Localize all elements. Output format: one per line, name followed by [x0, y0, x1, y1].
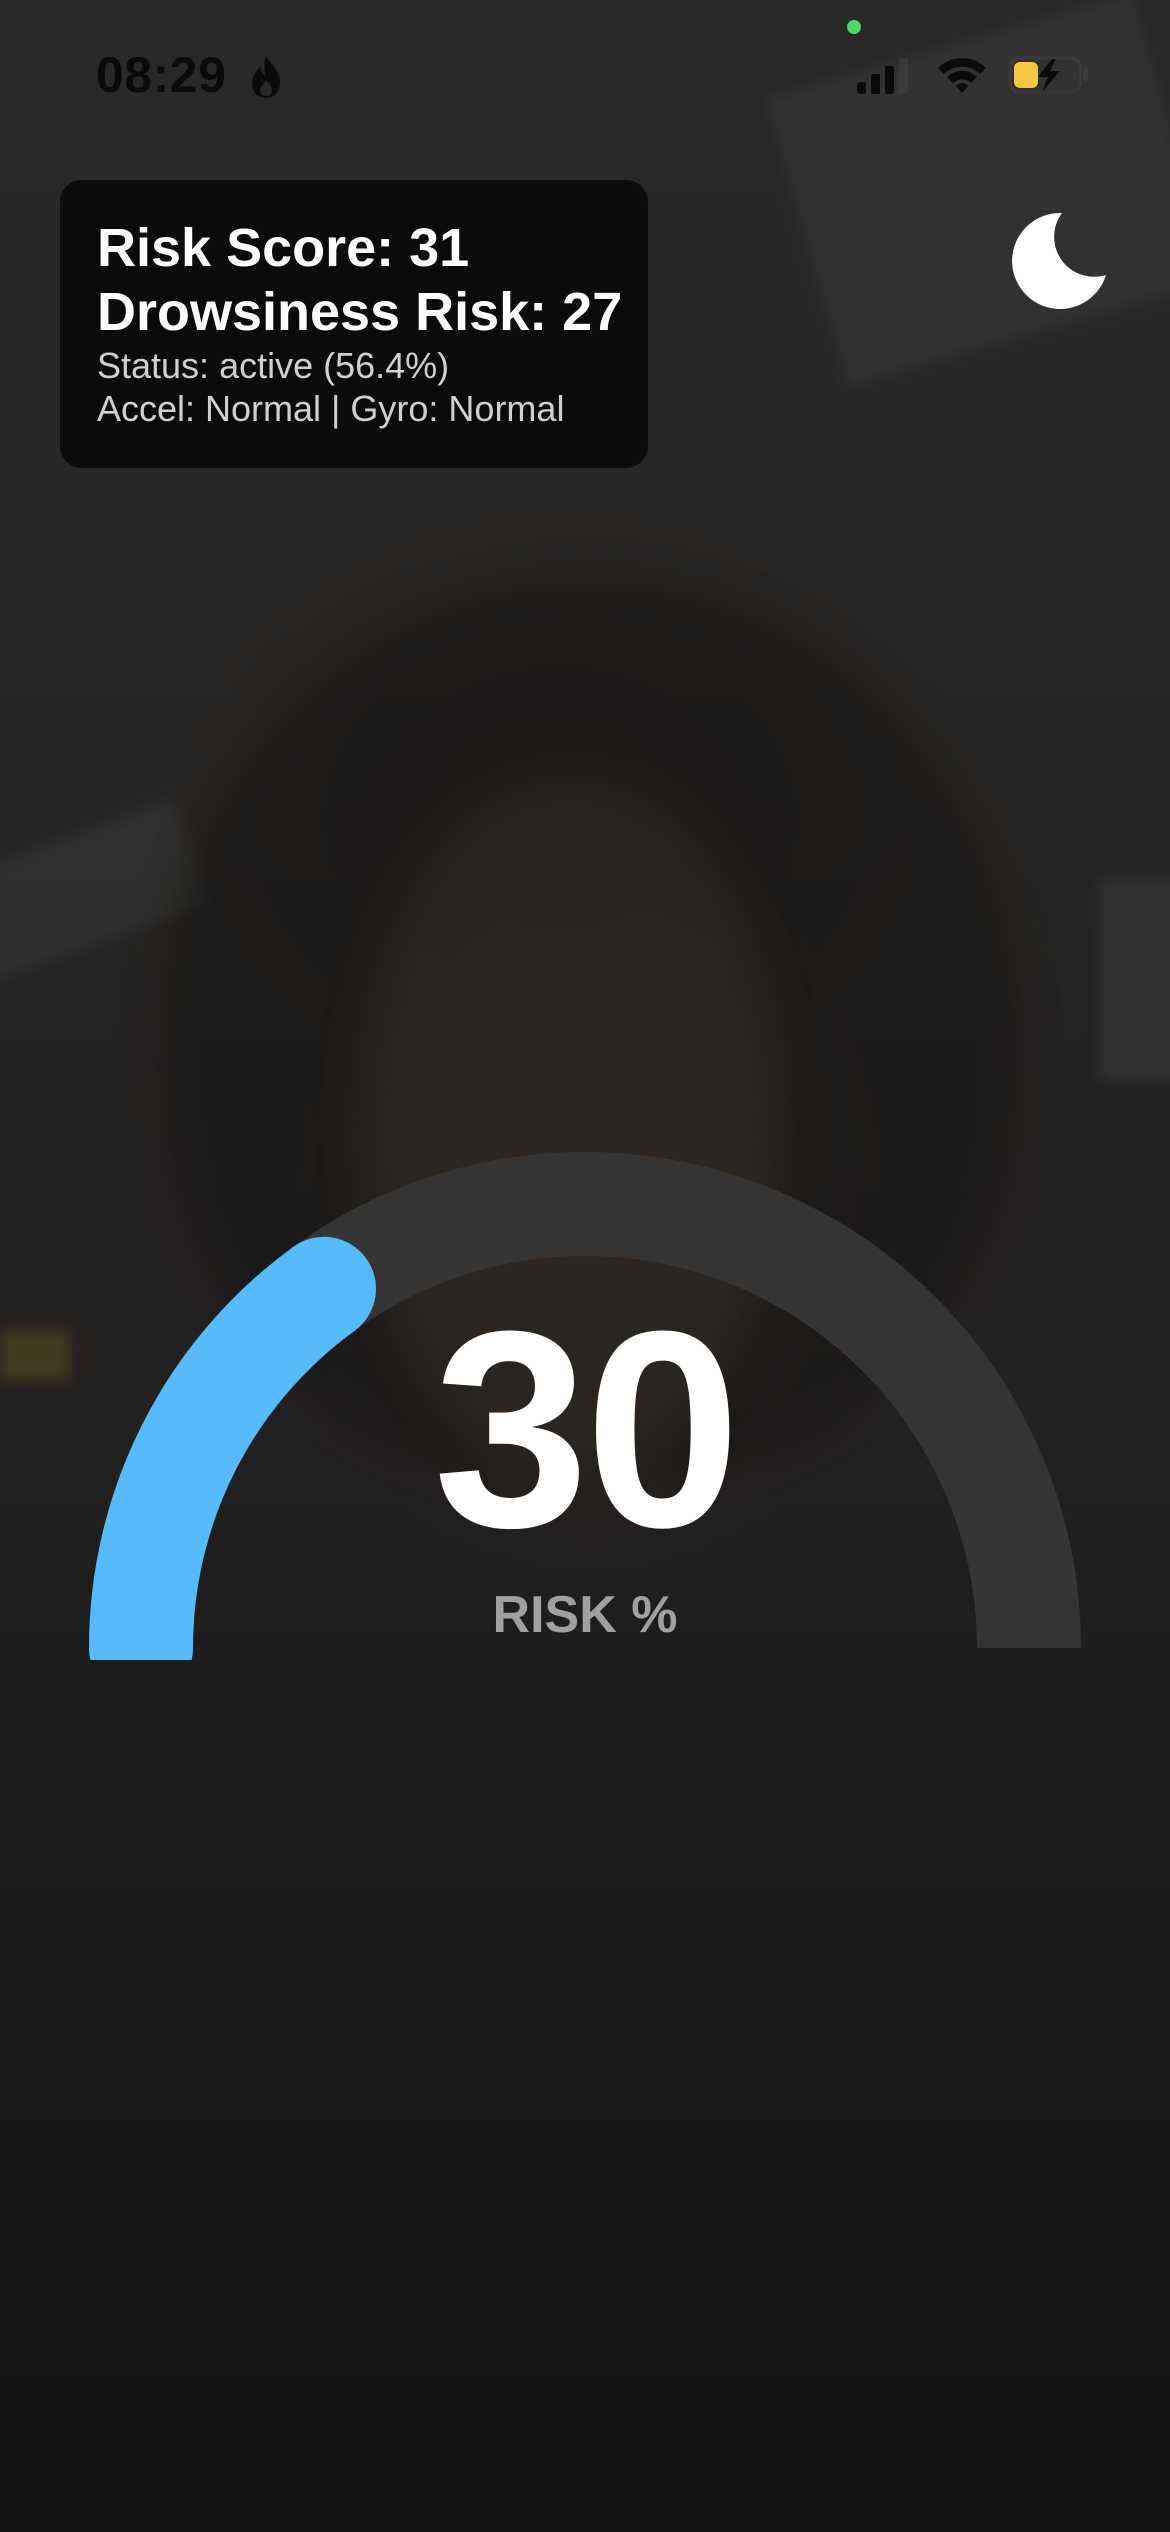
- signal-icon: [857, 58, 908, 94]
- flame-icon: [252, 56, 280, 98]
- status-time: 08:29: [96, 47, 227, 103]
- drowsiness-risk-text: Drowsiness Risk: 27: [97, 282, 623, 342]
- camera-indicator-dot: [847, 20, 861, 34]
- risk-info-panel: Risk Score: 31 Drowsiness Risk: 27 Statu…: [60, 180, 648, 468]
- risk-score-text: Risk Score: 31: [97, 218, 470, 278]
- sensor-status-text: Accel: Normal | Gyro: Normal: [97, 388, 565, 429]
- battery-charging-icon: [1008, 56, 1088, 94]
- camera-background-light: [1100, 880, 1170, 1080]
- wifi-icon: [938, 58, 986, 93]
- gauge-label: RISK %: [492, 1586, 678, 1644]
- app-screen: 08:29 Risk Score: 31 Drowsiness Risk: 27…: [0, 0, 1170, 2532]
- status-text: Status: active (56.4%): [97, 345, 450, 386]
- moon-icon[interactable]: [1000, 205, 1110, 315]
- gauge-value: 30: [433, 1274, 740, 1586]
